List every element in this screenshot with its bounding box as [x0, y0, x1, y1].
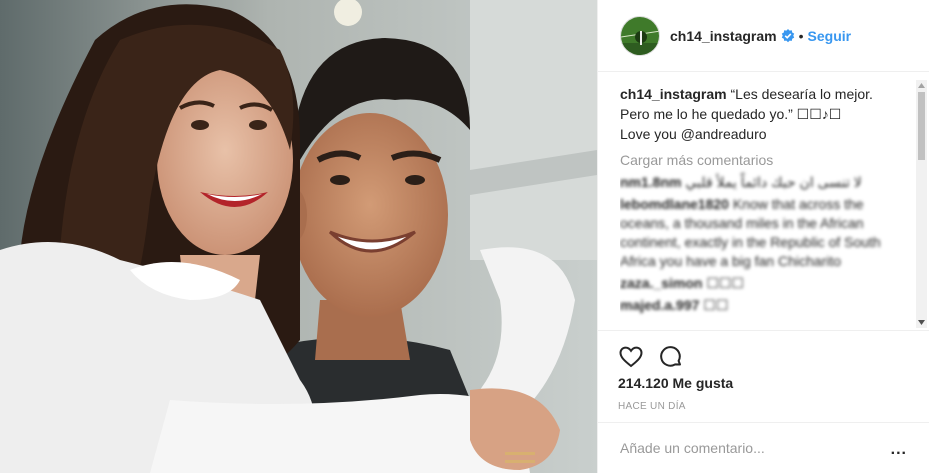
comments-list[interactable]: ch14_instagram “Les desearía lo mejor. P…	[620, 84, 910, 324]
post-actions-section: 214.120 Me gusta Hace un día	[598, 330, 929, 412]
load-more-comments-button[interactable]: Cargar más comentarios	[620, 150, 910, 170]
scroll-down-arrow-icon[interactable]	[916, 317, 927, 328]
follow-button[interactable]: Seguir	[808, 28, 852, 44]
avatar-image	[621, 16, 659, 55]
comments-scrollbar[interactable]	[916, 80, 927, 328]
comment-text: ☐☐	[703, 297, 729, 313]
comment-item: zaza._simon ☐☐☐	[620, 274, 910, 293]
comment-username[interactable]: nm1.8nm	[620, 174, 681, 190]
action-bar	[598, 331, 929, 371]
caption-username[interactable]: ch14_instagram	[620, 86, 727, 102]
post-timestamp[interactable]: Hace un día	[618, 401, 686, 412]
heart-icon	[619, 346, 643, 368]
post-photo[interactable]	[0, 0, 597, 473]
comment-button[interactable]	[658, 344, 684, 370]
post-side-panel: ch14_instagram • Seguir ch14_instagram “…	[597, 0, 929, 473]
comment-text: لا تنسى ان حبك دائماً يملأ قلبي	[685, 174, 862, 190]
comment-username[interactable]: majed.a.997	[620, 297, 699, 313]
comment-item: nm1.8nm لا تنسى ان حبك دائماً يملأ قلبي	[620, 173, 910, 192]
avatar[interactable]	[620, 15, 660, 56]
separator-dot: •	[798, 27, 804, 44]
scroll-up-arrow-icon[interactable]	[916, 80, 927, 91]
comment-item: lebomdlane1820 Know that across the ocea…	[620, 195, 910, 271]
add-comment-bar: ...	[598, 422, 929, 473]
more-options-icon[interactable]: ...	[891, 441, 907, 459]
comment-username[interactable]: lebomdlane1820	[620, 196, 729, 212]
header-username[interactable]: ch14_instagram	[670, 28, 777, 44]
like-button[interactable]	[618, 344, 644, 370]
post-header: ch14_instagram • Seguir	[598, 0, 929, 72]
scrollbar-thumb[interactable]	[918, 92, 925, 160]
comment-input[interactable]	[618, 439, 882, 457]
comment-username[interactable]: zaza._simon	[620, 275, 702, 291]
likes-count[interactable]: 214.120 Me gusta	[618, 375, 733, 391]
comment-icon	[660, 346, 681, 367]
comment-item: majed.a.997 ☐☐	[620, 296, 910, 315]
instagram-post: ch14_instagram • Seguir ch14_instagram “…	[0, 0, 929, 473]
photo-couple-selfie	[0, 0, 597, 473]
verified-badge-icon	[781, 28, 794, 42]
comment-text: ☐☐☐	[706, 275, 745, 291]
caption: ch14_instagram “Les desearía lo mejor. P…	[620, 84, 910, 144]
